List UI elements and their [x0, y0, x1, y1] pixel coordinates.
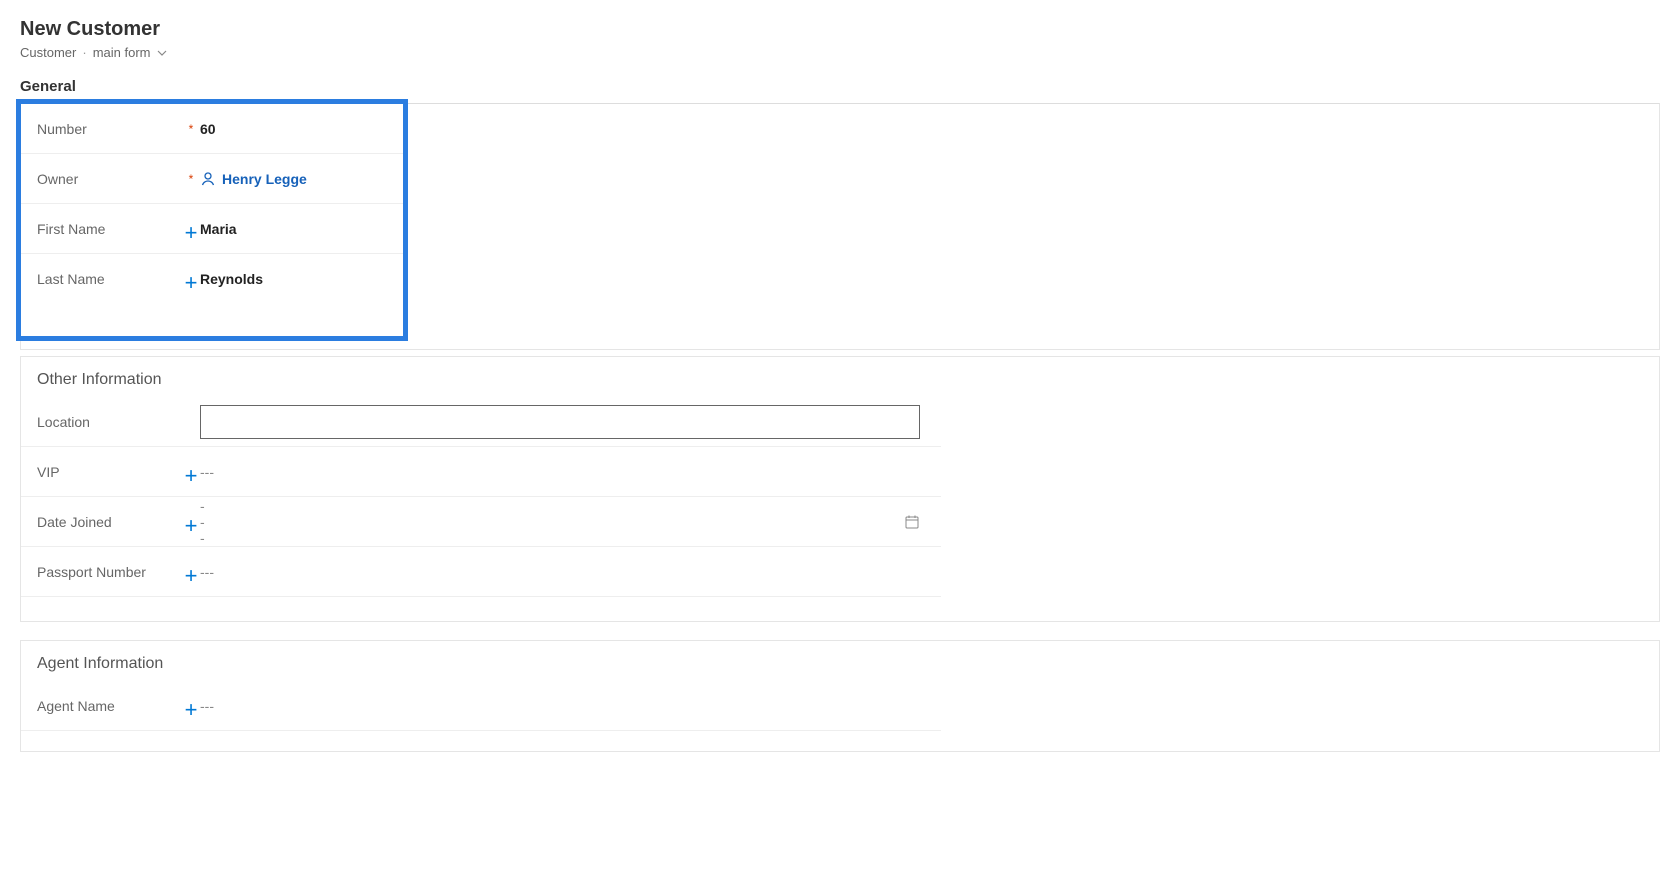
form-name: main form — [93, 45, 151, 60]
last-name-value[interactable]: Reynolds — [200, 271, 387, 287]
recommended-indicator: + — [182, 227, 200, 239]
recommended-indicator: + — [182, 570, 200, 582]
owner-value[interactable]: Henry Legge — [200, 171, 387, 187]
last-name-label: Last Name — [37, 271, 182, 287]
field-row-passport: Passport Number + --- — [21, 547, 941, 597]
first-name-value[interactable]: Maria — [200, 221, 387, 237]
required-indicator: * — [182, 172, 200, 186]
number-value[interactable]: 60 — [200, 121, 387, 137]
field-row-vip: VIP + --- — [21, 447, 941, 497]
recommended-indicator: + — [182, 520, 200, 532]
number-label: Number — [37, 121, 182, 137]
location-input[interactable] — [200, 405, 920, 439]
section-agent-information: Agent Information Agent Name + --- — [20, 640, 1660, 752]
owner-name: Henry Legge — [222, 171, 307, 187]
vip-label: VIP — [37, 464, 182, 480]
subtitle-separator: · — [82, 45, 86, 60]
passport-label: Passport Number — [37, 564, 182, 580]
recommended-indicator: + — [182, 470, 200, 482]
field-row-number: Number * 60 — [21, 104, 403, 154]
field-row-date-joined: Date Joined + --- — [21, 497, 941, 547]
highlighted-general-fields: Number * 60 Owner * Henry Le — [16, 99, 408, 341]
agent-info-header: Agent Information — [21, 641, 1659, 681]
tab-general[interactable]: General — [20, 78, 76, 101]
user-icon — [200, 171, 216, 187]
recommended-indicator: + — [182, 704, 200, 716]
agent-name-value[interactable]: --- — [200, 698, 920, 714]
date-joined-value[interactable]: --- — [200, 498, 205, 546]
field-row-location: Location — [21, 397, 941, 447]
calendar-icon[interactable] — [904, 514, 920, 530]
first-name-label: First Name — [37, 221, 182, 237]
passport-value[interactable]: --- — [200, 564, 920, 580]
field-row-first-name: First Name + Maria — [21, 204, 403, 254]
form-selector[interactable]: Customer · main form — [20, 45, 1660, 60]
date-joined-label: Date Joined — [37, 514, 182, 530]
agent-name-label: Agent Name — [37, 698, 182, 714]
location-label: Location — [37, 414, 182, 430]
field-row-agent-name: Agent Name + --- — [21, 681, 941, 731]
section-other-information: Other Information Location VIP + --- Dat… — [20, 356, 1660, 622]
chevron-down-icon — [157, 48, 167, 58]
other-info-header: Other Information — [21, 357, 1659, 397]
field-row-owner: Owner * Henry Legge — [21, 154, 403, 204]
field-row-last-name: Last Name + Reynolds — [21, 254, 403, 304]
page-title: New Customer — [20, 18, 1660, 41]
entity-label: Customer — [20, 45, 76, 60]
vip-value[interactable]: --- — [200, 464, 920, 480]
owner-label: Owner — [37, 171, 182, 187]
recommended-indicator: + — [182, 277, 200, 289]
required-indicator: * — [182, 122, 200, 136]
